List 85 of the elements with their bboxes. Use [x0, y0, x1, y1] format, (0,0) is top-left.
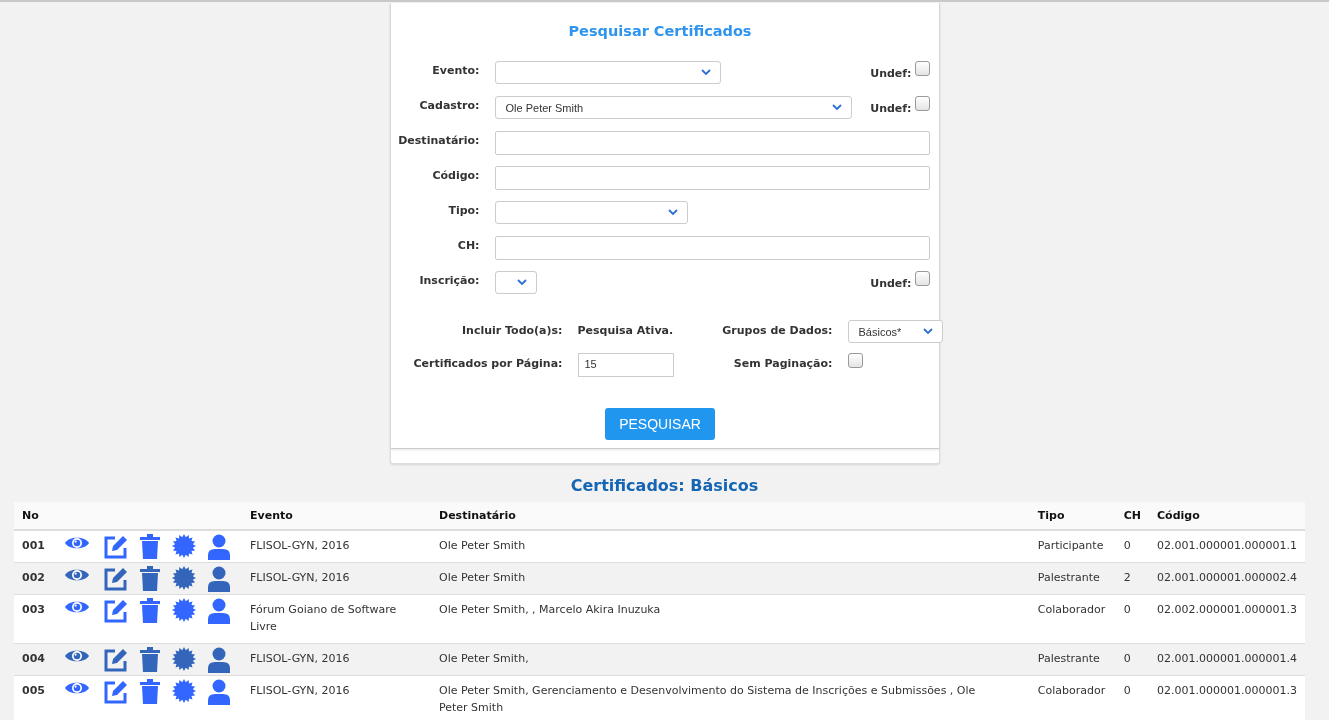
table-cell: 02.001.000001.000001.4 [1149, 643, 1305, 676]
edit-icon[interactable] [102, 647, 128, 673]
no-pagination-label: Sem Paginação: [732, 356, 833, 370]
table-cell: 0 [1115, 594, 1150, 644]
table-cell: 02.001.000001.000001.1 [1149, 530, 1305, 563]
trash-icon[interactable] [140, 598, 160, 624]
table-cell: Palestrante [1029, 562, 1116, 595]
badge-icon[interactable] [172, 566, 196, 590]
edit-icon[interactable] [102, 679, 128, 705]
groups-dropdown[interactable]: Básicos* [847, 320, 943, 343]
field-label: Inscrição: [418, 273, 480, 287]
table-cell: FLISOL-GYN, 2016 [242, 643, 431, 676]
field-label: Código: [431, 168, 480, 182]
trash-icon[interactable] [140, 566, 160, 592]
chevron-down-icon [922, 328, 933, 335]
field-label: Tipo: [447, 203, 480, 217]
table-cell: Participante [1029, 530, 1116, 563]
checkbox[interactable] [914, 61, 930, 76]
badge-icon[interactable] [172, 598, 196, 622]
table-cell: Palestrante [1029, 643, 1116, 676]
undef-label: Undef: [870, 276, 912, 290]
undef-label: Undef: [870, 66, 912, 80]
user-icon[interactable] [208, 679, 230, 705]
include-label: Incluir Todo(a)s: [460, 323, 563, 337]
table-cell: 003 [14, 594, 54, 644]
chevron-down-icon [700, 69, 711, 76]
column-header: Evento [242, 502, 431, 530]
checkbox[interactable] [914, 96, 930, 111]
field-label: Cadastro: [418, 98, 480, 112]
per-page-input[interactable]: 15 [577, 353, 674, 377]
field-label: Destinatário: [397, 133, 480, 147]
undef-label: Undef: [870, 101, 912, 115]
badge-icon[interactable] [172, 534, 196, 558]
input-field[interactable] [494, 131, 930, 155]
user-icon[interactable] [208, 566, 230, 592]
table-cell: 005 [14, 675, 54, 720]
field-label: Evento: [431, 63, 480, 77]
table-cell: FLISOL-GYN, 2016 [242, 675, 431, 720]
table-cell: Ole Peter Smith, [431, 643, 1030, 676]
table-cell: Ole Peter Smith [431, 562, 1030, 595]
column-header: No [14, 502, 54, 530]
table-cell: 02.002.000001.000001.3 [1149, 594, 1305, 644]
table-cell: 02.001.000001.000001.3 [1149, 675, 1305, 720]
chevron-down-icon [831, 104, 842, 111]
chevron-down-icon [667, 209, 678, 216]
checkbox[interactable] [847, 353, 863, 368]
trash-icon[interactable] [140, 679, 160, 705]
edit-icon[interactable] [102, 534, 128, 560]
trash-icon[interactable] [140, 647, 160, 673]
chevron-down-icon [516, 279, 527, 286]
column-header: Destinatário [431, 502, 1030, 530]
user-icon[interactable] [208, 647, 230, 673]
dropdown[interactable] [494, 271, 537, 294]
table-cell: Colaborador [1029, 594, 1116, 644]
input-field[interactable] [494, 236, 930, 260]
table-cell: FLISOL-GYN, 2016 [242, 530, 431, 563]
user-icon[interactable] [208, 598, 230, 624]
include-value: Pesquisa Ativa. [577, 323, 675, 337]
column-header: Código [1149, 502, 1305, 530]
user-icon[interactable] [208, 534, 230, 560]
field-label: CH: [456, 238, 480, 252]
table-cell: 02.001.000001.000002.4 [1149, 562, 1305, 595]
table-cell: Ole Peter Smith, , Marcelo Akira Inuzuka [431, 594, 1030, 644]
table-cell: Colaborador [1029, 675, 1116, 720]
table-cell: Fórum Goiano de Software Livre [242, 594, 431, 644]
dropdown[interactable]: Ole Peter Smith [494, 96, 852, 119]
results-title: Certificados: Básicos [569, 476, 760, 495]
table-cell: Ole Peter Smith [431, 530, 1030, 563]
input-field[interactable] [494, 166, 930, 190]
badge-icon[interactable] [172, 647, 196, 671]
edit-icon[interactable] [102, 566, 128, 592]
table-cell: 001 [14, 530, 54, 563]
table-cell: 004 [14, 643, 54, 676]
trash-icon[interactable] [140, 534, 160, 560]
form-title: Pesquisar Certificados [567, 23, 753, 39]
table-cell: Ole Peter Smith, Gerenciamento e Desenvolvimento do Sistema de Inscrições e Submissões , Ole Peter Smith [431, 675, 1030, 720]
checkbox[interactable] [914, 271, 930, 286]
badge-icon[interactable] [172, 679, 196, 703]
column-header: CH [1115, 502, 1150, 530]
edit-icon[interactable] [102, 598, 128, 624]
table-cell: 002 [14, 562, 54, 595]
table-cell: FLISOL-GYN, 2016 [242, 562, 431, 595]
column-header: Tipo [1029, 502, 1116, 530]
per-page-label: Certificados por Página: [412, 356, 563, 370]
groups-label: Grupos de Dados: [721, 323, 833, 337]
